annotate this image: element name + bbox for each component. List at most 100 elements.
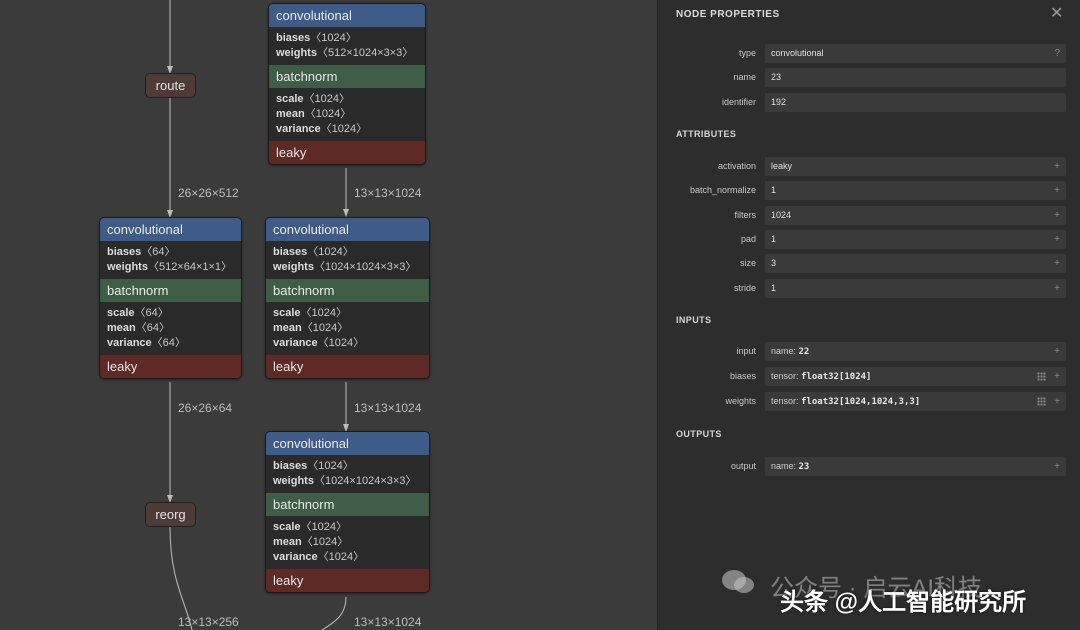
attr-value-pad[interactable]: 1 + [765, 230, 1066, 249]
conv-node-bottom[interactable]: convolutional biases 〈1024〉 weights〈1024×… [265, 431, 430, 593]
outputs-heading: OUTPUTS [676, 429, 722, 439]
attr-value: 〈64〉 [151, 337, 186, 349]
expand-icon[interactable]: + [1054, 367, 1060, 386]
reorg-node[interactable]: reorg [145, 502, 196, 527]
attr-key: weights [273, 475, 314, 487]
attr-key: variance [107, 337, 152, 349]
attr-key: biases [273, 246, 308, 258]
expand-icon[interactable]: + [1054, 457, 1060, 476]
prop-value-text: 23 [771, 72, 782, 82]
attr-label-batch-normalize: batch_normalize [689, 185, 756, 195]
attr-key: weights [273, 261, 314, 273]
watermark-line2: 头条 @人工智能研究所 [780, 589, 1027, 616]
output-key: name: [771, 461, 799, 471]
input-value-text: float32[1024,1024,3,3] [801, 397, 921, 407]
prop-value-type[interactable]: convolutional? [765, 44, 1066, 63]
edge-label: 13×13×256 [178, 615, 239, 629]
node-attributes: scale〈1024〉 mean〈1024〉 variance〈1024〉 [269, 88, 425, 141]
attr-value: 〈1024〉 [300, 307, 348, 319]
expand-icon[interactable]: + [1054, 157, 1060, 176]
batchnorm-label: batchnorm [269, 65, 425, 88]
prop-value-text: leaky [771, 161, 793, 171]
batchnorm-label: batchnorm [266, 279, 429, 302]
attr-key: biases [107, 246, 142, 258]
activation-label: leaky [266, 569, 429, 592]
input-value-weights[interactable]: tensor: float32[1024,1024,3,3] + [765, 392, 1066, 411]
input-value-input[interactable]: name: 22 + [765, 342, 1066, 361]
close-icon[interactable]: ✕ [1050, 3, 1063, 23]
node-type-label: convolutional [100, 218, 241, 241]
attr-key: scale [276, 93, 304, 105]
attr-key: biases [276, 32, 311, 44]
attr-key: variance [273, 551, 318, 563]
attr-value: 〈1024×1024×3×3〉 [313, 475, 417, 487]
attr-key: scale [273, 307, 301, 319]
output-value-output[interactable]: name: 23 + [765, 457, 1066, 476]
attr-value-filters[interactable]: 1024 + [765, 206, 1066, 225]
conv-node-mid[interactable]: convolutional biases〈1024〉 weights〈1024×… [265, 217, 430, 379]
attr-label-stride: stride [733, 283, 756, 293]
attr-value: 〈1024〉 [320, 123, 368, 135]
expand-icon[interactable]: + [1054, 181, 1060, 200]
edge-label: 26×26×64 [178, 401, 233, 415]
batchnorm-label: batchnorm [266, 493, 429, 516]
attr-key: biases [273, 460, 308, 472]
input-value-biases[interactable]: tensor: float32[1024] + [765, 367, 1066, 386]
prop-value-text: 192 [771, 97, 787, 107]
panel-title: NODE PROPERTIES [676, 9, 780, 20]
conv-node-top[interactable]: convolutional biases〈1024〉 weights〈512×1… [268, 3, 426, 165]
attr-value: 〈64〉 [141, 246, 176, 258]
inputs-heading: INPUTS [676, 315, 712, 325]
expand-icon[interactable]: + [1054, 206, 1060, 225]
node-type-label: convolutional [266, 218, 429, 241]
activation-label: leaky [100, 355, 241, 378]
attr-value-batch-normalize[interactable]: 1 + [765, 181, 1066, 200]
tensor-grid-icon[interactable] [1037, 372, 1046, 381]
attr-key: mean [276, 108, 305, 120]
prop-value-text: 1 [771, 234, 777, 244]
attr-key: mean [273, 536, 302, 548]
attr-value-size[interactable]: 3 + [765, 254, 1066, 273]
edge-label: 13×13×1024 [354, 186, 422, 200]
attr-key: scale [273, 521, 301, 533]
attr-value: 〈1024〉 [307, 246, 354, 258]
expand-icon[interactable]: + [1054, 392, 1060, 411]
input-value-text: 22 [798, 347, 810, 357]
attr-key: mean [107, 322, 136, 334]
expand-icon[interactable]: + [1054, 230, 1060, 249]
prop-label-type: type [738, 48, 756, 58]
node-attributes: biases〈64〉 weights〈512×64×1×1〉 [100, 241, 241, 279]
attributes-heading: ATTRIBUTES [676, 129, 737, 139]
graph-canvas[interactable]: route reorg 26×26×512 13×13×1024 26×26×6… [0, 0, 657, 630]
prop-value-text: convolutional [771, 48, 824, 58]
prop-value-text: 1024 [771, 210, 792, 220]
node-type-label: convolutional [269, 4, 425, 27]
prop-value-name[interactable]: 23 [765, 68, 1066, 87]
attr-label-pad: pad [740, 234, 756, 244]
conv-node-left[interactable]: convolutional biases〈64〉 weights〈512×64×… [99, 217, 242, 379]
input-label-input: input [736, 346, 756, 356]
attr-value-activation[interactable]: leaky + [765, 157, 1066, 176]
attr-value: 〈512×64×1×1〉 [147, 261, 233, 273]
output-value-text: 23 [798, 462, 810, 472]
input-key: tensor: [771, 396, 802, 406]
prop-value-identifier[interactable]: 192 [765, 93, 1066, 112]
node-attributes: biases〈1024〉 weights〈512×1024×3×3〉 [269, 27, 425, 65]
input-label-weights: weights [725, 396, 756, 406]
node-properties-panel: NODE PROPERTIES ✕ type convolutional? na… [657, 0, 1080, 630]
route-node[interactable]: route [145, 73, 196, 98]
expand-icon[interactable]: + [1054, 342, 1060, 361]
input-label-biases: biases [729, 371, 756, 381]
batchnorm-label: batchnorm [100, 279, 241, 302]
attr-value-stride[interactable]: 1 + [765, 279, 1066, 298]
tensor-grid-icon[interactable] [1037, 397, 1046, 406]
node-type-label: convolutional [266, 432, 429, 455]
attr-value: 〈1024〉 [300, 521, 348, 533]
help-icon[interactable]: ? [1054, 44, 1060, 63]
expand-icon[interactable]: + [1054, 254, 1060, 273]
prop-label-name: name [733, 72, 756, 82]
expand-icon[interactable]: + [1054, 279, 1060, 298]
attr-key: mean [273, 322, 302, 334]
output-label-output: output [730, 461, 756, 471]
attr-value: 〈1024×1024×3×3〉 [313, 261, 417, 273]
